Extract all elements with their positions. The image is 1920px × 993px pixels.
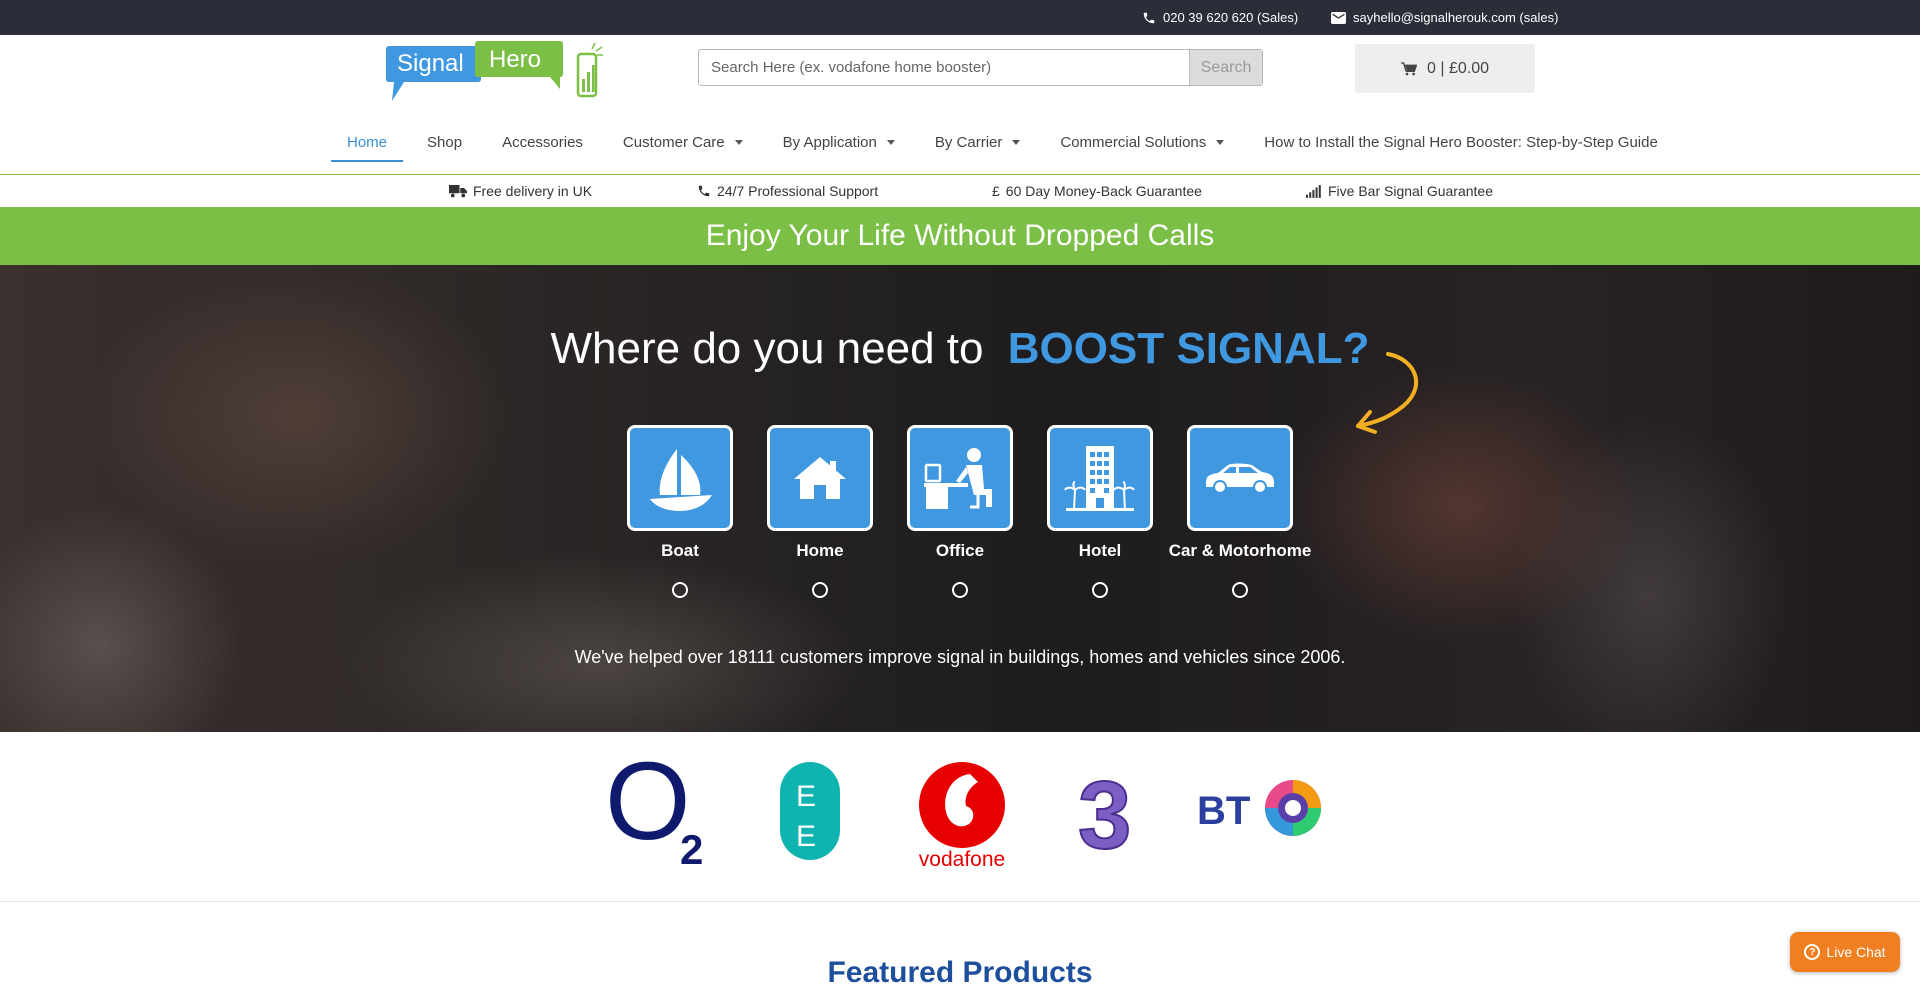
sales-email[interactable]: sayhello@signalherouk.com (sales) xyxy=(1331,10,1558,25)
application-radio-car[interactable] xyxy=(1232,582,1248,598)
envelope-icon xyxy=(1331,11,1346,24)
logo-word-signal: Signal xyxy=(397,50,464,77)
featured-products-heading: Featured Products xyxy=(827,956,1093,989)
application-radio-boat[interactable] xyxy=(672,582,688,598)
cart-button[interactable]: 0 | £0.00 xyxy=(1355,44,1535,93)
application-radio-hotel[interactable] xyxy=(1092,582,1108,598)
bt-logo-text: BT xyxy=(1197,789,1250,833)
benefit-money-back-label: 60 Day Money-Back Guarantee xyxy=(1005,183,1202,199)
vodafone-logo-text: vodafone xyxy=(919,848,1005,870)
phone-icon xyxy=(1143,12,1155,23)
application-radio-home[interactable] xyxy=(812,582,828,598)
pound-icon: £ xyxy=(992,183,1000,199)
nav-shop-label: Shop xyxy=(427,133,463,151)
benefits-strip: Free delivery in UK 24/7 Professional Su… xyxy=(0,176,1920,207)
nav-by-application[interactable]: By Application xyxy=(767,109,911,175)
nav-by-carrier-label: By Carrier xyxy=(934,133,1003,151)
curved-arrow-icon xyxy=(1356,352,1419,434)
carrier-logo-three[interactable]: 3 xyxy=(1074,766,1146,856)
top-contact-bar: 020 39 620 620 (Sales) sayhello@signalhe… xyxy=(0,0,1920,35)
svg-text:E: E xyxy=(796,780,816,813)
nav-install-guide[interactable]: How to Install the Signal Hero Booster: … xyxy=(1248,109,1674,175)
hero-title-accent: BOOST SIGNAL? xyxy=(1007,324,1370,373)
application-card-hotel[interactable] xyxy=(1047,425,1153,531)
signal-hero-logo[interactable]: Signal Hero xyxy=(384,41,609,106)
benefit-money-back: £ 60 Day Money-Back Guarantee xyxy=(992,183,1202,199)
benefit-support-label: 24/7 Professional Support xyxy=(717,183,879,199)
svg-text:E: E xyxy=(796,820,816,853)
carrier-logo-bt[interactable]: BT xyxy=(1197,776,1323,840)
search-input[interactable] xyxy=(699,50,1189,85)
live-chat-button[interactable]: ? Live Chat xyxy=(1790,932,1900,972)
carrier-logos: O 2 E E vodafone 3 BT xyxy=(0,732,1920,902)
search-bar: Search xyxy=(698,49,1263,86)
car-icon xyxy=(1206,463,1274,494)
nav-customer-care-label: Customer Care xyxy=(622,133,725,151)
benefit-free-delivery-label: Free delivery in UK xyxy=(473,183,593,199)
cart-icon xyxy=(1401,61,1417,75)
live-chat-label: Live Chat xyxy=(1826,944,1886,960)
carrier-logo-vodafone[interactable]: vodafone xyxy=(912,760,1012,870)
hero-title-text: Where do you need to xyxy=(550,324,984,373)
help-icon: ? xyxy=(1804,944,1821,960)
three-logo-text: 3 xyxy=(1078,766,1131,856)
application-radio-office[interactable] xyxy=(952,582,968,598)
o2-logo-letter: O xyxy=(605,754,691,863)
chevron-down-icon xyxy=(886,139,895,145)
nav-by-carrier[interactable]: By Carrier xyxy=(919,109,1037,175)
house-icon xyxy=(794,457,846,499)
search-button[interactable]: Search xyxy=(1189,50,1262,85)
cart-summary: 0 | £0.00 xyxy=(1427,59,1489,77)
chevron-down-icon xyxy=(1012,139,1021,145)
application-label-car: Car & Motorhome xyxy=(1168,541,1312,560)
application-card-home[interactable] xyxy=(767,425,873,531)
nav-install-guide-label: How to Install the Signal Hero Booster: … xyxy=(1264,133,1658,151)
nav-commercial-solutions[interactable]: Commercial Solutions xyxy=(1044,109,1240,175)
main-nav: Home Shop Accessories Customer Care By A… xyxy=(331,109,1682,175)
site-header: Signal Hero Search 0 | £0.00 Home Shop A… xyxy=(0,35,1920,175)
nav-accessories-label: Accessories xyxy=(502,133,583,151)
sales-phone-text: 020 39 620 620 (Sales) xyxy=(1163,10,1299,25)
nav-home[interactable]: Home xyxy=(331,109,404,175)
signal-bars-icon xyxy=(1306,184,1321,198)
benefit-support: 24/7 Professional Support xyxy=(697,183,878,199)
truck-icon xyxy=(449,185,467,198)
office-worker-icon xyxy=(924,448,992,509)
nav-by-application-label: By Application xyxy=(782,133,877,151)
hero-subtitle: We've helped over 18111 customers improv… xyxy=(574,647,1346,667)
benefit-signal-guarantee-label: Five Bar Signal Guarantee xyxy=(1328,183,1493,199)
application-card-office[interactable] xyxy=(907,425,1013,531)
nav-accessories[interactable]: Accessories xyxy=(486,109,599,175)
sales-email-text: sayhello@signalherouk.com (sales) xyxy=(1353,10,1559,25)
sailboat-icon xyxy=(650,449,712,511)
promo-banner: Enjoy Your Life Without Dropped Calls xyxy=(0,207,1920,265)
hero-title: Where do you need to BOOST SIGNAL? xyxy=(0,324,1920,374)
chevron-down-icon xyxy=(1216,139,1225,145)
nav-shop[interactable]: Shop xyxy=(411,109,478,175)
benefit-free-delivery: Free delivery in UK xyxy=(449,183,592,199)
logo-word-hero: Hero xyxy=(489,46,541,73)
carrier-logo-o2[interactable]: O 2 xyxy=(605,754,715,874)
application-card-boat[interactable] xyxy=(627,425,733,531)
o2-logo-sub: 2 xyxy=(680,826,703,873)
chevron-down-icon xyxy=(734,139,743,145)
hero-section: Where do you need to BOOST SIGNAL? Boat … xyxy=(0,265,1920,732)
nav-customer-care[interactable]: Customer Care xyxy=(607,109,759,175)
application-card-car[interactable] xyxy=(1187,425,1293,531)
sales-phone[interactable]: 020 39 620 620 (Sales) xyxy=(1142,10,1298,25)
benefit-signal-guarantee: Five Bar Signal Guarantee xyxy=(1306,183,1493,199)
nav-home-label: Home xyxy=(347,133,388,151)
nav-commercial-solutions-label: Commercial Solutions xyxy=(1060,133,1207,151)
carrier-logo-ee[interactable]: E E xyxy=(778,760,842,862)
hotel-building-icon xyxy=(1064,446,1135,511)
phone-icon xyxy=(698,185,710,197)
